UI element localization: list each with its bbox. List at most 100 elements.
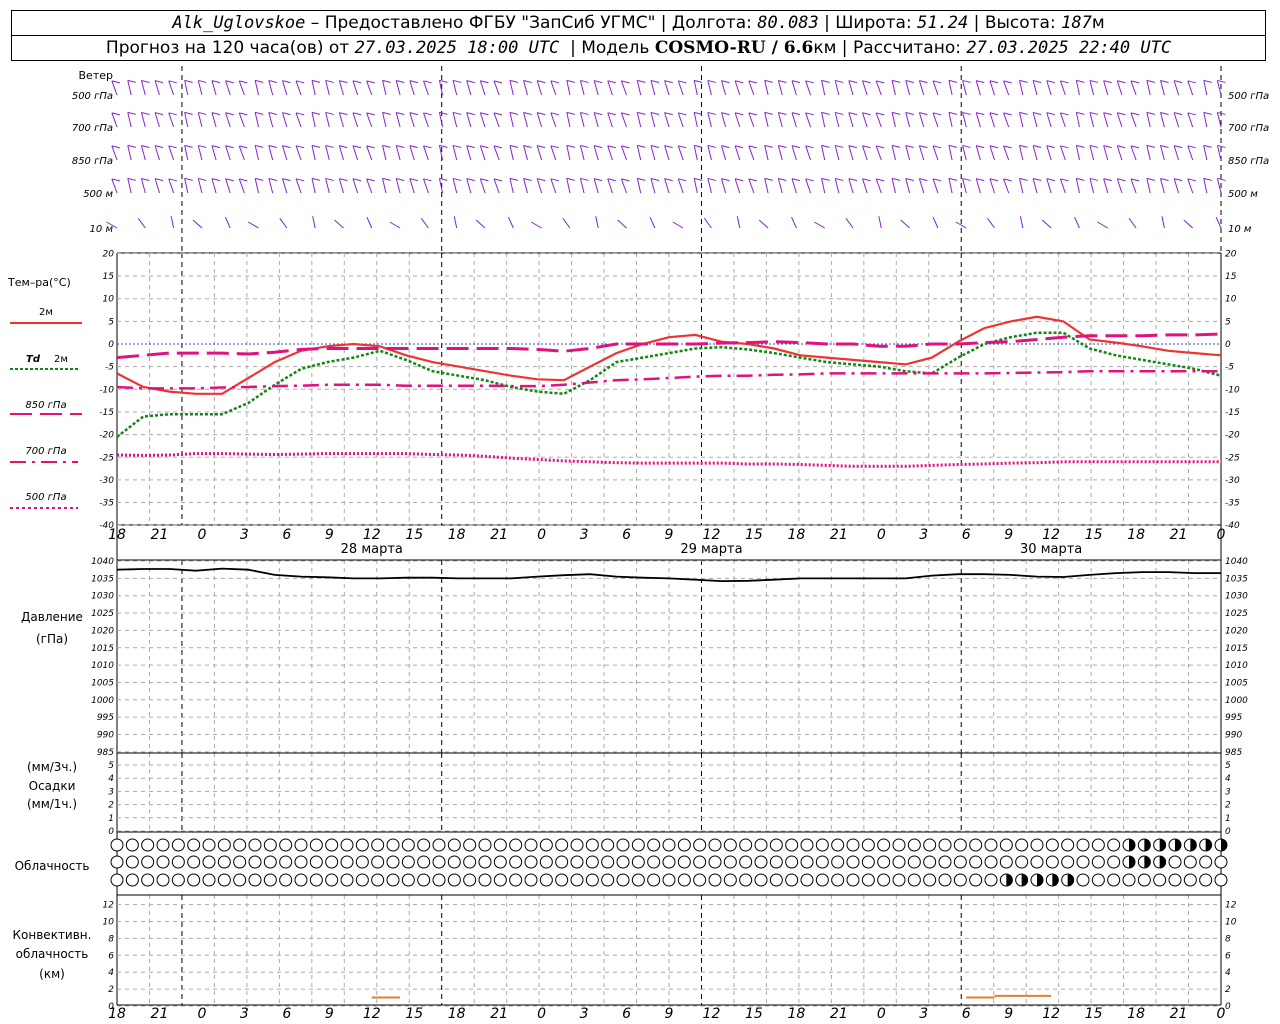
wind-barb bbox=[211, 145, 217, 161]
pres-tick-left: 1025 bbox=[91, 609, 114, 619]
cloud-cover-symbol bbox=[463, 855, 477, 869]
wind-barb bbox=[338, 145, 344, 161]
wind-barb-flag bbox=[537, 145, 546, 149]
wind-barb bbox=[225, 112, 231, 128]
wind-barb bbox=[1187, 145, 1194, 161]
wind-barb-flag bbox=[211, 112, 221, 116]
wind-barb bbox=[593, 178, 599, 194]
hour-label-top: 18 bbox=[108, 527, 126, 543]
wind-barb-flag bbox=[382, 177, 391, 181]
cloud-cover-symbol bbox=[417, 855, 431, 869]
hour-label-bottom: 3 bbox=[919, 1006, 928, 1022]
precip-tick-right: 1 bbox=[1225, 814, 1231, 824]
wind-barb bbox=[1089, 178, 1095, 194]
cloud-cover-fill bbox=[1144, 839, 1151, 851]
hour-label-bottom: 6 bbox=[282, 1006, 291, 1022]
wind-barb bbox=[821, 80, 826, 96]
cloud-cover-symbol bbox=[1045, 838, 1059, 852]
wind-barb bbox=[748, 178, 755, 194]
cloud-cover-symbol bbox=[677, 873, 691, 887]
cloud-cover-symbol bbox=[662, 855, 676, 869]
wind-level-label: 10 м bbox=[90, 224, 114, 235]
wind-barb bbox=[1097, 221, 1109, 229]
precip-1h-label: (мм/1ч.) bbox=[27, 797, 77, 811]
wind-barb bbox=[1103, 178, 1109, 194]
cloud-cover-symbol bbox=[754, 855, 768, 869]
conv-tick-right: 2 bbox=[1225, 985, 1231, 995]
cloud-cover-fill bbox=[1021, 874, 1028, 886]
cloud-cover-symbol bbox=[401, 855, 415, 869]
pres-tick-right: 1005 bbox=[1225, 678, 1248, 688]
wind-barb bbox=[650, 178, 656, 194]
wind-barb-flag bbox=[268, 80, 277, 83]
wind-barb-flag bbox=[523, 112, 532, 115]
wind-barb-flag bbox=[295, 112, 305, 116]
wind-barb bbox=[805, 178, 812, 194]
wind-barb-flag bbox=[409, 145, 418, 149]
wind-barb-flag bbox=[707, 79, 716, 83]
cloud-cover-symbol bbox=[723, 838, 737, 852]
cloud-cover-symbol bbox=[125, 838, 139, 852]
wind-barb-flag bbox=[1019, 177, 1028, 181]
wind-barb-flag bbox=[466, 145, 475, 149]
wind-barb bbox=[721, 178, 727, 194]
wind-barb-flag bbox=[891, 144, 901, 148]
wind-barb-flag bbox=[268, 112, 277, 115]
wind-barb-flag bbox=[168, 80, 177, 84]
cloud-cover-fill bbox=[1175, 839, 1181, 851]
cloud-cover-symbol bbox=[325, 855, 339, 869]
wind-barb bbox=[1032, 112, 1038, 128]
wind-barb bbox=[918, 112, 925, 128]
hour-label-bottom: 3 bbox=[580, 1006, 589, 1022]
wind-barb bbox=[1203, 145, 1208, 161]
wind-barb-flag bbox=[607, 178, 616, 182]
wind-barb bbox=[595, 216, 599, 229]
wind-barb bbox=[1146, 80, 1151, 96]
wind-barb bbox=[918, 80, 925, 96]
wind-barb-flag bbox=[848, 112, 857, 116]
wind-barb bbox=[948, 178, 953, 194]
cloud-cover-symbol bbox=[417, 873, 431, 887]
temp-tick-right: -10 bbox=[1225, 385, 1240, 395]
wind-barb-flag bbox=[862, 80, 871, 84]
wind-barb bbox=[620, 80, 628, 96]
wind-barb-flag bbox=[154, 145, 164, 149]
cloud-cover-fill bbox=[1006, 874, 1013, 886]
wind-barb-flag bbox=[523, 145, 532, 148]
wind-barb-flag bbox=[1146, 177, 1155, 181]
wind-level-label: 700 гПа bbox=[72, 123, 113, 134]
cloud-cover-symbol bbox=[1199, 855, 1213, 869]
wind-barb-flag bbox=[537, 178, 546, 182]
wind-barb-flag bbox=[1130, 178, 1140, 182]
wind-barb bbox=[197, 112, 203, 128]
wind-barb-flag bbox=[905, 178, 914, 181]
wind-barb bbox=[466, 112, 472, 128]
wind-barb-flag bbox=[650, 145, 660, 148]
wind-barb bbox=[677, 80, 684, 96]
cloud-cover-symbol bbox=[386, 855, 400, 869]
wind-barb bbox=[1075, 178, 1080, 194]
wind-barb bbox=[523, 80, 528, 96]
wind-barb bbox=[875, 178, 882, 194]
wind-barb-flag bbox=[650, 112, 660, 115]
wind-barb bbox=[736, 216, 741, 229]
wind-barb-flag bbox=[311, 79, 321, 83]
wind-barb-flag bbox=[580, 111, 589, 115]
wind-barb bbox=[607, 80, 613, 96]
wind-barb bbox=[764, 112, 769, 128]
cloud-cover-symbol bbox=[601, 873, 615, 887]
wind-barb-flag bbox=[848, 145, 857, 149]
cloud-cover-symbol bbox=[708, 873, 722, 887]
wind-barb bbox=[1160, 80, 1165, 96]
wind-barb bbox=[1116, 178, 1123, 194]
wind-barb bbox=[566, 178, 571, 194]
wind-barb bbox=[325, 145, 330, 161]
wind-barb bbox=[1146, 178, 1151, 194]
wind-barb bbox=[579, 145, 585, 161]
wind-barb bbox=[891, 178, 896, 194]
wind-barb-flag bbox=[339, 80, 348, 84]
date-label: 29 марта bbox=[680, 542, 742, 557]
wind-barb-flag bbox=[1032, 178, 1042, 181]
wind-barb bbox=[452, 145, 458, 161]
cloud-cover-symbol bbox=[861, 838, 875, 852]
